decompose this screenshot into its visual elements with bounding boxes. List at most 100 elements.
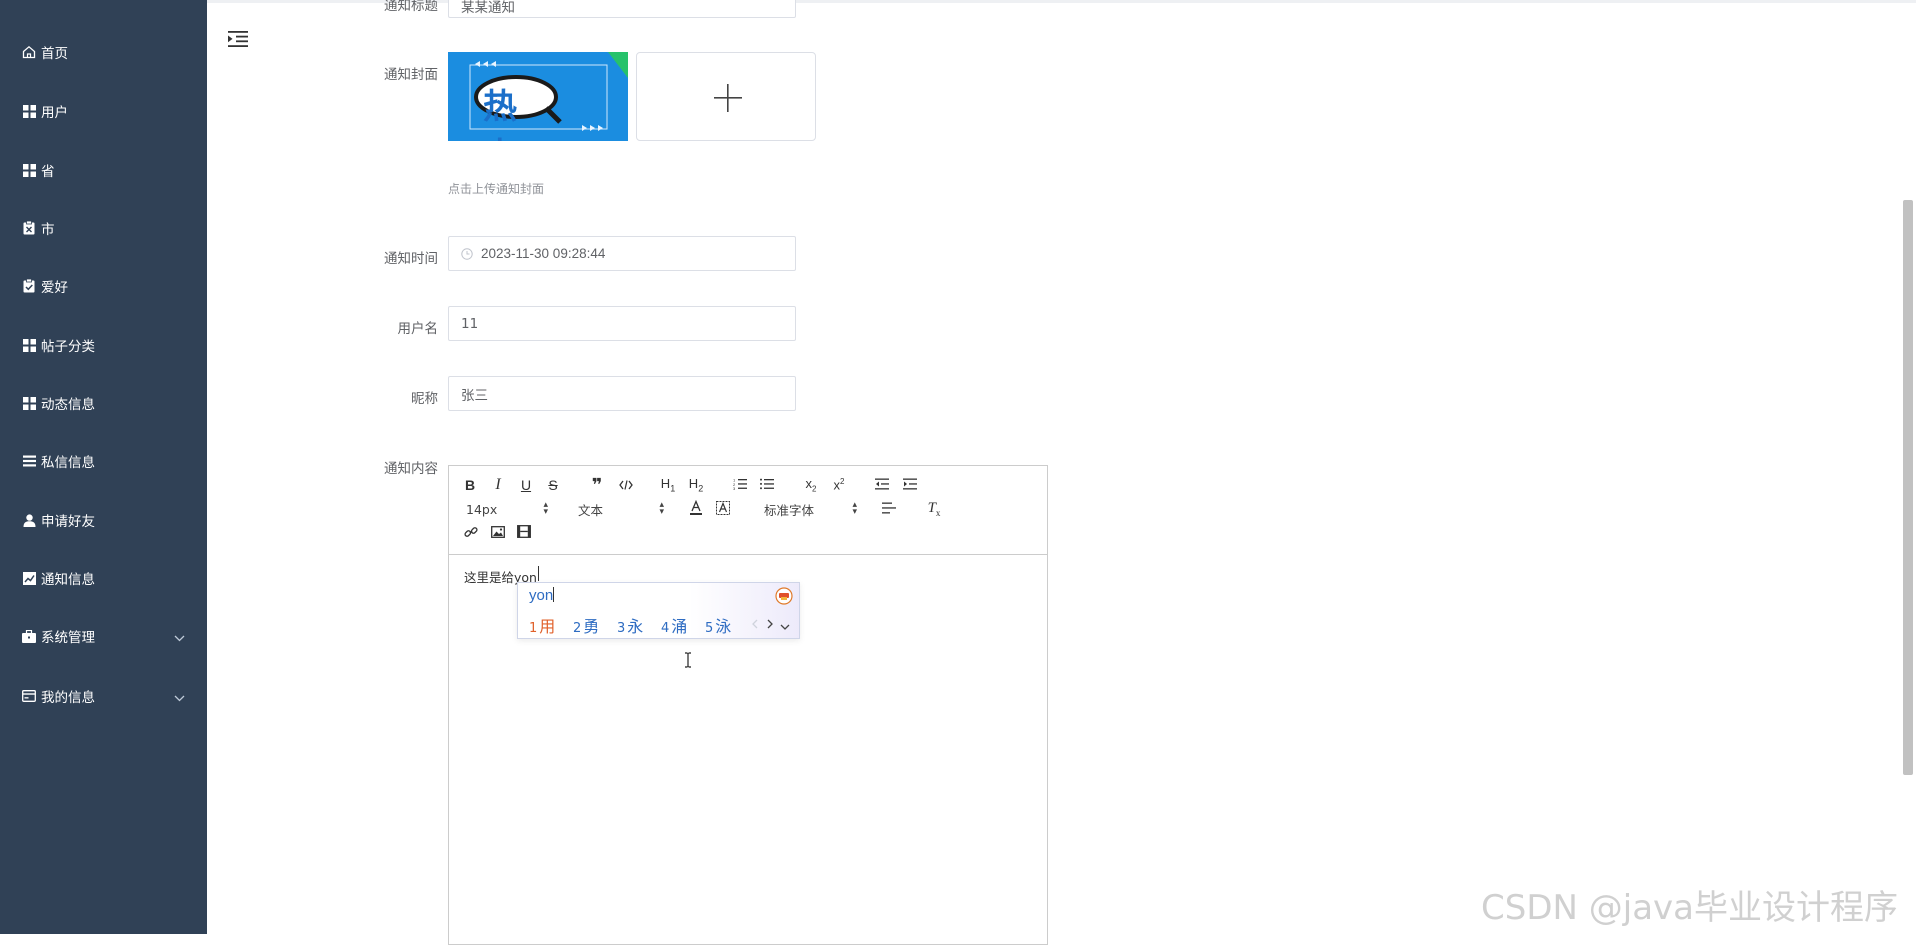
cover-image[interactable]: 热点 xyxy=(448,52,628,141)
sidebar-item-city[interactable]: 市 xyxy=(0,208,207,248)
italic-icon: I xyxy=(495,476,501,493)
sidebar-item-notifications[interactable]: 通知信息 xyxy=(0,558,207,598)
title-label: 通知标题 xyxy=(384,0,438,14)
font-family-select[interactable]: 标准字体 ▴ ▾ xyxy=(764,500,857,518)
ime-prev-page-icon[interactable] xyxy=(752,616,758,634)
image-icon xyxy=(491,525,505,541)
grid-icon xyxy=(21,337,37,353)
ime-pinyin: yon xyxy=(529,587,555,604)
image-button[interactable] xyxy=(490,524,506,542)
code-block-button[interactable] xyxy=(618,476,634,494)
menu-collapse-toggle[interactable] xyxy=(228,31,250,49)
chevron-down-icon xyxy=(174,689,185,705)
header-2-button[interactable]: H2 xyxy=(687,476,705,494)
ime-pinyin-text: yon xyxy=(529,587,554,604)
video-button[interactable] xyxy=(516,524,532,542)
font-color-button[interactable] xyxy=(689,499,703,518)
nickname-label: 昵称 xyxy=(411,391,438,407)
sidebar-item-label: 申请好友 xyxy=(41,514,95,530)
time-picker[interactable]: 2023-11-30 09:28:44 xyxy=(448,236,796,271)
subscript-button[interactable]: x2 xyxy=(802,476,820,494)
sidebar-item-dynamic-info[interactable]: 动态信息 xyxy=(0,383,207,423)
text-type-select[interactable]: 文本 ▴ ▾ xyxy=(578,500,664,518)
mouse-ibeam-icon xyxy=(683,652,693,673)
title-input[interactable]: 某某通知 xyxy=(448,0,796,18)
header-1-button[interactable]: H1 xyxy=(659,476,677,494)
italic-button[interactable]: I xyxy=(491,476,505,494)
bullet-list-button[interactable] xyxy=(759,476,775,494)
sidebar-item-home[interactable]: 首页 xyxy=(0,32,207,72)
ime-candidate[interactable]: 2勇 xyxy=(573,613,599,637)
background-color-button[interactable] xyxy=(716,500,730,518)
time-label: 通知时间 xyxy=(384,251,438,267)
outdent-button[interactable] xyxy=(874,476,890,494)
font-size-select[interactable]: 14px ▴ ▾ xyxy=(466,500,548,518)
plus-icon xyxy=(714,84,742,117)
video-icon xyxy=(517,525,531,541)
ime-candidate-number: 4 xyxy=(661,621,670,636)
ime-candidate-char: 泳 xyxy=(715,617,732,636)
select-arrows-icon: ▴ ▾ xyxy=(852,500,857,517)
select-arrows-icon: ▴ ▾ xyxy=(659,500,664,517)
ime-candidate-number: 1 xyxy=(529,621,538,636)
bullet-list-icon xyxy=(760,477,774,493)
code-icon xyxy=(619,477,633,493)
sidebar-item-post-category[interactable]: 帖子分类 xyxy=(0,325,207,365)
sidebar-item-label: 系统管理 xyxy=(41,630,95,646)
sidebar-item-label: 爱好 xyxy=(41,280,68,296)
sidebar-item-friend-request[interactable]: 申请好友 xyxy=(0,500,207,540)
sidebar-item-province[interactable]: 省 xyxy=(0,150,207,190)
time-value: 2023-11-30 09:28:44 xyxy=(481,246,606,261)
clock-icon xyxy=(461,247,473,260)
h2-icon: H2 xyxy=(688,476,704,494)
indent-button[interactable] xyxy=(902,476,918,494)
align-left-icon xyxy=(882,501,896,517)
ime-candidate[interactable]: 4涌 xyxy=(661,613,687,637)
nickname-input[interactable]: 张三 xyxy=(448,376,796,411)
strike-button[interactable]: S xyxy=(546,476,560,494)
grid-icon xyxy=(21,395,37,411)
bold-button[interactable]: B xyxy=(463,476,477,494)
ime-expand-icon[interactable] xyxy=(780,618,790,636)
ime-candidate[interactable]: 1用 xyxy=(529,613,555,637)
select-arrows-icon: ▴ ▾ xyxy=(543,500,548,517)
sidebar-item-private-messages[interactable]: 私信信息 xyxy=(0,441,207,481)
clear-format-icon: Tx xyxy=(927,500,941,518)
ime-candidate-number: 5 xyxy=(705,621,714,636)
username-input[interactable]: 11 xyxy=(448,306,796,341)
sidebar-item-label: 市 xyxy=(41,222,55,238)
sidebar-item-label: 私信信息 xyxy=(41,455,95,471)
rich-text-editor: B I U S ❞ H1 H2 123 x2 x2 14px ▴ ▾ 文本 ▴ ▾ xyxy=(448,465,1048,945)
editor-toolbar: B I U S ❞ H1 H2 123 x2 x2 14px ▴ ▾ 文本 ▴ ▾ xyxy=(449,466,1047,555)
ime-candidate[interactable]: 5泳 xyxy=(705,613,731,637)
indent-icon xyxy=(903,477,917,493)
clipboard-x-icon xyxy=(21,220,37,236)
link-button[interactable] xyxy=(463,524,479,542)
sidebar-item-label: 我的信息 xyxy=(41,690,95,706)
align-button[interactable] xyxy=(881,500,897,518)
ordered-list-button[interactable]: 123 xyxy=(732,476,748,494)
cover-upload-button[interactable] xyxy=(636,52,816,141)
sidebar-item-my-info[interactable]: 我的信息 xyxy=(0,676,207,716)
clear-format-button[interactable]: Tx xyxy=(926,500,942,518)
ime-candidate[interactable]: 3永 xyxy=(617,613,643,637)
underline-button[interactable]: U xyxy=(519,476,533,494)
ime-next-page-icon[interactable] xyxy=(767,616,773,634)
ime-candidate-char: 用 xyxy=(539,617,556,636)
grid-icon xyxy=(21,103,37,119)
sidebar-item-users[interactable]: 用户 xyxy=(0,91,207,131)
ime-candidate-char: 永 xyxy=(627,617,644,636)
sidebar-item-hobby[interactable]: 爱好 xyxy=(0,266,207,306)
page-scrollbar[interactable] xyxy=(1903,200,1913,775)
list-icon xyxy=(21,453,37,469)
sidebar-item-system-management[interactable]: 系统管理 xyxy=(0,616,207,656)
blockquote-button[interactable]: ❞ xyxy=(589,475,605,495)
superscript-button[interactable]: x2 xyxy=(830,476,848,494)
ime-candidate-number: 3 xyxy=(617,621,626,636)
ime-candidate-char: 勇 xyxy=(583,617,600,636)
clipboard-check-icon xyxy=(21,278,37,294)
chart-icon xyxy=(21,570,37,586)
briefcase-icon xyxy=(21,628,37,644)
grid-icon xyxy=(21,162,37,178)
outdent-icon xyxy=(875,477,889,493)
